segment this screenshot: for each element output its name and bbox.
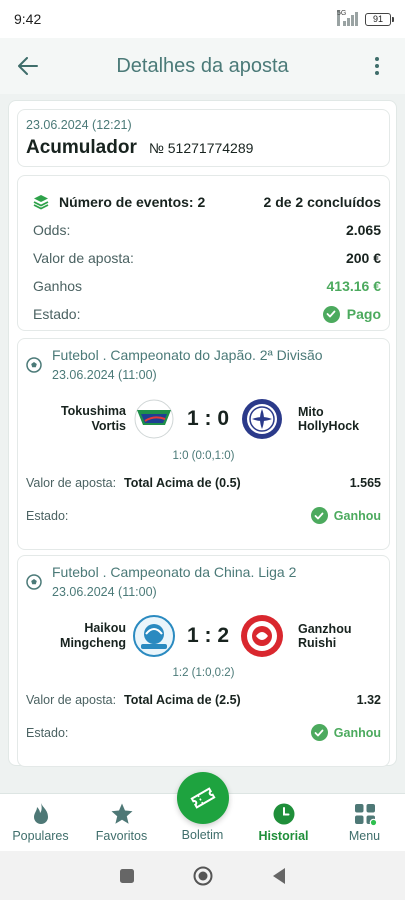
mito-logo-icon (242, 399, 282, 439)
nav-label: Boletim (181, 828, 224, 842)
winnings-row: Ganhos 413.16 € (33, 272, 381, 300)
bet-date: 23.06.2024 (12:21) (26, 118, 132, 132)
signal-icon: 5G (337, 10, 359, 26)
clock-icon (273, 803, 294, 825)
battery-icon: 91 (365, 12, 394, 26)
ganzhou-logo-icon (241, 615, 283, 657)
haikou-logo-icon (133, 615, 175, 657)
check-circle-icon (310, 724, 328, 741)
stake-value: 200 € (345, 250, 381, 266)
market-name: Total Acima de (0.5) (124, 476, 241, 490)
away-team: Mito HollyHock (298, 405, 360, 433)
event-date: 23.06.2024 (11:00) (52, 585, 157, 599)
status-icons: 5G 91 (337, 10, 394, 26)
bet-details-card: 23.06.2024 (12:21) Acumulador № 51271774… (8, 100, 397, 767)
stake-label: Valor de aposta: (26, 476, 117, 490)
event-odd: 1.565 (349, 476, 381, 490)
event-state-row: Estado: Ganhou (26, 724, 381, 741)
nav-historial[interactable]: Historial (243, 794, 324, 852)
odds-row: Odds: 2.065 (33, 216, 381, 244)
nav-label: Menu (348, 829, 381, 843)
match-score: 1 : 0 (186, 407, 230, 430)
status-time: 9:42 (14, 11, 42, 27)
football-icon (26, 574, 42, 590)
flame-icon (33, 803, 48, 824)
market-row: Valor de aposta: Total Acima de (0.5) 1.… (26, 476, 381, 491)
home-icon[interactable] (193, 866, 213, 886)
football-icon (26, 357, 42, 373)
winnings-label: Ganhos (33, 278, 83, 294)
nav-label: Historial (258, 829, 309, 843)
events-status: 2 de 2 concluídos (263, 194, 381, 210)
star-icon (111, 803, 132, 824)
events-count-label: Número de eventos: 2 (59, 194, 206, 210)
menu-grid-icon (354, 804, 377, 826)
events-row: Número de eventos: 2 2 de 2 concluídos (33, 188, 381, 216)
network-type: 5G (337, 10, 346, 26)
betslip-fab[interactable] (176, 772, 229, 824)
bet-summary: Número de eventos: 2 2 de 2 concluídos O… (17, 175, 390, 331)
check-circle-icon (322, 305, 340, 323)
system-navigation (0, 851, 405, 900)
state-label: Estado: (26, 725, 69, 740)
match-row: Tokushima Vortis 1 : 0 Mito HollyHock (26, 396, 381, 442)
nav-favoritos[interactable]: Favoritos (81, 794, 162, 852)
layers-icon (33, 195, 49, 210)
state-label: Estado: (26, 508, 69, 523)
odds-value: 2.065 (345, 222, 381, 238)
back-triangle-icon[interactable] (271, 867, 287, 885)
bottom-navigation: Populares Favoritos Boletim Historial Me… (0, 772, 405, 852)
match-score: 1 : 2 (186, 624, 230, 647)
nav-label: Favoritos (95, 829, 148, 843)
arrow-left-icon (18, 57, 38, 75)
bet-number: № 51271774289 (148, 140, 254, 156)
nav-boletim[interactable]: Boletim (162, 772, 243, 852)
app-header: Detalhes da aposta (0, 38, 405, 94)
stake-label: Valor de aposta: (33, 250, 134, 266)
more-options-button[interactable] (349, 38, 405, 94)
won-status: Ganhou (310, 507, 381, 524)
period-score: 1:2 (1:0,0:2) (172, 667, 235, 679)
event-card[interactable]: Futebol . Campeonato do Japão. 2ª Divisã… (17, 338, 390, 550)
event-card[interactable]: Futebol . Campeonato da China. Liga 2 23… (17, 555, 390, 767)
nav-menu[interactable]: Menu (324, 794, 405, 852)
league-name: Futebol . Campeonato da China. Liga 2 (52, 564, 297, 580)
more-vertical-icon (375, 57, 379, 75)
ticket-icon (189, 787, 216, 809)
won-status-text: Ganhou (333, 725, 381, 740)
home-team: Tokushima Vortis (60, 404, 126, 433)
match-row: Haikou Mingcheng 1 : 2 Ganzhou Ruishi (26, 613, 381, 659)
event-date: 23.06.2024 (11:00) (52, 368, 157, 382)
event-odd: 1.32 (356, 693, 381, 707)
bet-header: 23.06.2024 (12:21) Acumulador № 51271774… (17, 109, 390, 167)
bet-type: Acumulador (26, 137, 137, 158)
market-row: Valor de aposta: Total Acima de (2.5) 1.… (26, 693, 381, 708)
event-state-row: Estado: Ganhou (26, 507, 381, 524)
period-score: 1:0 (0:0,1:0) (172, 450, 235, 462)
paid-status: Pago (322, 305, 381, 323)
back-button[interactable] (0, 38, 56, 94)
nav-label: Populares (12, 829, 69, 843)
won-status: Ganhou (310, 724, 381, 741)
recents-icon[interactable] (119, 868, 135, 884)
winnings-value: 413.16 € (326, 278, 382, 294)
page-title: Detalhes da aposta (116, 54, 289, 77)
check-circle-icon (310, 507, 328, 524)
won-status-text: Ganhou (333, 508, 381, 523)
status-bar: 9:42 5G 91 (0, 0, 405, 38)
state-label: Estado: (33, 306, 81, 322)
league-name: Futebol . Campeonato do Japão. 2ª Divisã… (52, 347, 323, 363)
market-name: Total Acima de (2.5) (124, 693, 241, 707)
stake-row: Valor de aposta: 200 € (33, 244, 381, 272)
home-team: Haikou Mingcheng (60, 621, 126, 650)
paid-status-text: Pago (346, 306, 381, 322)
stake-label: Valor de aposta: (26, 693, 117, 707)
tokushima-logo-icon (134, 399, 174, 439)
nav-populares[interactable]: Populares (0, 794, 81, 852)
state-row: Estado: Pago (33, 300, 381, 328)
odds-label: Odds: (33, 222, 71, 238)
away-team: Ganzhou Ruishi (298, 622, 352, 650)
